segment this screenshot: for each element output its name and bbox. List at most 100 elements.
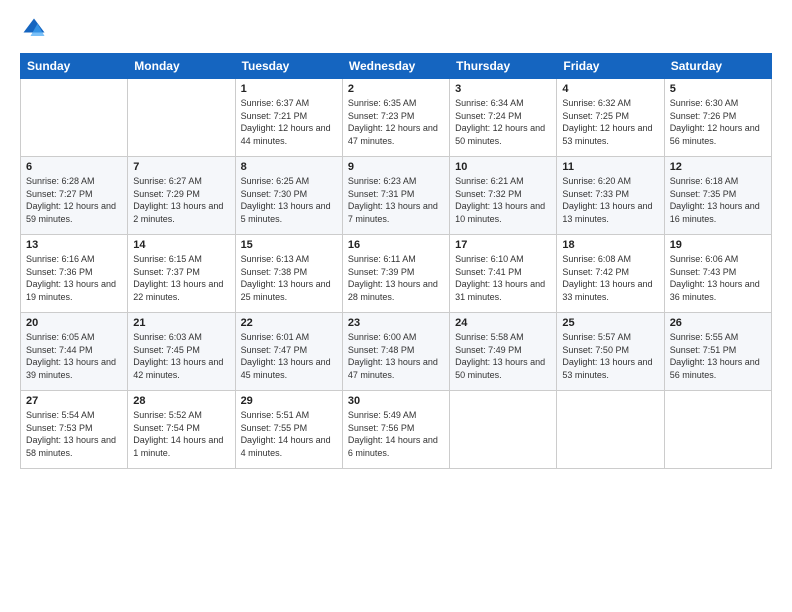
weekday-header-saturday: Saturday [664, 54, 771, 79]
day-number: 4 [562, 83, 658, 95]
day-detail: Sunrise: 6:00 AM Sunset: 7:48 PM Dayligh… [348, 331, 444, 381]
day-number: 16 [348, 239, 444, 251]
day-number: 7 [133, 161, 229, 173]
weekday-header-friday: Friday [557, 54, 664, 79]
day-number: 11 [562, 161, 658, 173]
calendar-cell: 1 Sunrise: 6:37 AM Sunset: 7:21 PM Daylig… [235, 79, 342, 157]
day-number: 14 [133, 239, 229, 251]
calendar-cell: 4 Sunrise: 6:32 AM Sunset: 7:25 PM Daylig… [557, 79, 664, 157]
logo-icon [20, 15, 48, 43]
calendar-cell: 22 Sunrise: 6:01 AM Sunset: 7:47 PM Dayli… [235, 313, 342, 391]
calendar-cell: 26 Sunrise: 5:55 AM Sunset: 7:51 PM Dayli… [664, 313, 771, 391]
day-detail: Sunrise: 6:01 AM Sunset: 7:47 PM Dayligh… [241, 331, 337, 381]
week-row-3: 13 Sunrise: 6:16 AM Sunset: 7:36 PM Dayli… [21, 235, 772, 313]
day-number: 19 [670, 239, 766, 251]
day-number: 29 [241, 395, 337, 407]
day-detail: Sunrise: 5:49 AM Sunset: 7:56 PM Dayligh… [348, 409, 444, 459]
calendar-cell [557, 391, 664, 469]
day-number: 26 [670, 317, 766, 329]
calendar-cell: 2 Sunrise: 6:35 AM Sunset: 7:23 PM Daylig… [342, 79, 449, 157]
calendar-cell: 6Sunrise: 6:28 AM Sunset: 7:27 PM Daylig… [21, 157, 128, 235]
day-detail: Sunrise: 6:21 AM Sunset: 7:32 PM Dayligh… [455, 175, 551, 225]
calendar-cell: 25 Sunrise: 5:57 AM Sunset: 7:50 PM Dayli… [557, 313, 664, 391]
day-number: 28 [133, 395, 229, 407]
day-detail: Sunrise: 5:52 AM Sunset: 7:54 PM Dayligh… [133, 409, 229, 459]
weekday-header-row: SundayMondayTuesdayWednesdayThursdayFrid… [21, 54, 772, 79]
calendar-cell: 8 Sunrise: 6:25 AM Sunset: 7:30 PM Daylig… [235, 157, 342, 235]
day-detail: Sunrise: 6:08 AM Sunset: 7:42 PM Dayligh… [562, 253, 658, 303]
day-number: 10 [455, 161, 551, 173]
day-number: 25 [562, 317, 658, 329]
day-detail: Sunrise: 6:23 AM Sunset: 7:31 PM Dayligh… [348, 175, 444, 225]
calendar-cell: 9 Sunrise: 6:23 AM Sunset: 7:31 PM Daylig… [342, 157, 449, 235]
day-number: 3 [455, 83, 551, 95]
weekday-header-tuesday: Tuesday [235, 54, 342, 79]
calendar-cell: 14 Sunrise: 6:15 AM Sunset: 7:37 PM Dayli… [128, 235, 235, 313]
day-number: 17 [455, 239, 551, 251]
day-detail: Sunrise: 6:10 AM Sunset: 7:41 PM Dayligh… [455, 253, 551, 303]
day-detail: Sunrise: 6:30 AM Sunset: 7:26 PM Dayligh… [670, 97, 766, 147]
weekday-header-thursday: Thursday [450, 54, 557, 79]
day-number: 15 [241, 239, 337, 251]
day-number: 18 [562, 239, 658, 251]
calendar-cell: 13 Sunrise: 6:16 AM Sunset: 7:36 PM Dayli… [21, 235, 128, 313]
day-detail: Sunrise: 5:55 AM Sunset: 7:51 PM Dayligh… [670, 331, 766, 381]
header [20, 15, 772, 43]
weekday-header-sunday: Sunday [21, 54, 128, 79]
weekday-header-wednesday: Wednesday [342, 54, 449, 79]
calendar-cell [21, 79, 128, 157]
calendar-cell: 17 Sunrise: 6:10 AM Sunset: 7:41 PM Dayli… [450, 235, 557, 313]
calendar-cell: 5 Sunrise: 6:30 AM Sunset: 7:26 PM Daylig… [664, 79, 771, 157]
day-number: 24 [455, 317, 551, 329]
day-detail: Sunrise: 6:25 AM Sunset: 7:30 PM Dayligh… [241, 175, 337, 225]
page: SundayMondayTuesdayWednesdayThursdayFrid… [0, 0, 792, 612]
day-number: 23 [348, 317, 444, 329]
day-detail: Sunrise: 6:16 AM Sunset: 7:36 PM Dayligh… [26, 253, 122, 303]
day-number: 21 [133, 317, 229, 329]
calendar: SundayMondayTuesdayWednesdayThursdayFrid… [20, 53, 772, 469]
week-row-5: 27 Sunrise: 5:54 AM Sunset: 7:53 PM Dayli… [21, 391, 772, 469]
calendar-cell: 29 Sunrise: 5:51 AM Sunset: 7:55 PM Dayli… [235, 391, 342, 469]
day-detail: Sunrise: 5:51 AM Sunset: 7:55 PM Dayligh… [241, 409, 337, 459]
weekday-header-monday: Monday [128, 54, 235, 79]
day-number: 27 [26, 395, 122, 407]
week-row-4: 20Sunrise: 6:05 AM Sunset: 7:44 PM Dayli… [21, 313, 772, 391]
day-detail: Sunrise: 5:57 AM Sunset: 7:50 PM Dayligh… [562, 331, 658, 381]
day-detail: Sunrise: 6:11 AM Sunset: 7:39 PM Dayligh… [348, 253, 444, 303]
calendar-cell: 19 Sunrise: 6:06 AM Sunset: 7:43 PM Dayli… [664, 235, 771, 313]
calendar-cell: 30 Sunrise: 5:49 AM Sunset: 7:56 PM Dayli… [342, 391, 449, 469]
calendar-cell [450, 391, 557, 469]
calendar-cell: 15 Sunrise: 6:13 AM Sunset: 7:38 PM Dayli… [235, 235, 342, 313]
day-detail: Sunrise: 6:37 AM Sunset: 7:21 PM Dayligh… [241, 97, 337, 147]
calendar-cell: 18 Sunrise: 6:08 AM Sunset: 7:42 PM Dayli… [557, 235, 664, 313]
calendar-cell: 23 Sunrise: 6:00 AM Sunset: 7:48 PM Dayli… [342, 313, 449, 391]
day-detail: Sunrise: 6:05 AM Sunset: 7:44 PM Dayligh… [26, 331, 122, 381]
day-number: 30 [348, 395, 444, 407]
day-detail: Sunrise: 6:27 AM Sunset: 7:29 PM Dayligh… [133, 175, 229, 225]
calendar-cell: 28 Sunrise: 5:52 AM Sunset: 7:54 PM Dayli… [128, 391, 235, 469]
week-row-2: 6Sunrise: 6:28 AM Sunset: 7:27 PM Daylig… [21, 157, 772, 235]
day-detail: Sunrise: 5:58 AM Sunset: 7:49 PM Dayligh… [455, 331, 551, 381]
day-detail: Sunrise: 6:13 AM Sunset: 7:38 PM Dayligh… [241, 253, 337, 303]
day-detail: Sunrise: 6:03 AM Sunset: 7:45 PM Dayligh… [133, 331, 229, 381]
calendar-cell: 21 Sunrise: 6:03 AM Sunset: 7:45 PM Dayli… [128, 313, 235, 391]
day-number: 8 [241, 161, 337, 173]
calendar-cell: 10 Sunrise: 6:21 AM Sunset: 7:32 PM Dayli… [450, 157, 557, 235]
day-number: 1 [241, 83, 337, 95]
day-detail: Sunrise: 5:54 AM Sunset: 7:53 PM Dayligh… [26, 409, 122, 459]
day-detail: Sunrise: 6:35 AM Sunset: 7:23 PM Dayligh… [348, 97, 444, 147]
day-number: 9 [348, 161, 444, 173]
day-detail: Sunrise: 6:18 AM Sunset: 7:35 PM Dayligh… [670, 175, 766, 225]
day-detail: Sunrise: 6:28 AM Sunset: 7:27 PM Dayligh… [26, 175, 122, 225]
day-detail: Sunrise: 6:20 AM Sunset: 7:33 PM Dayligh… [562, 175, 658, 225]
day-detail: Sunrise: 6:06 AM Sunset: 7:43 PM Dayligh… [670, 253, 766, 303]
day-detail: Sunrise: 6:15 AM Sunset: 7:37 PM Dayligh… [133, 253, 229, 303]
day-number: 12 [670, 161, 766, 173]
calendar-cell: 16 Sunrise: 6:11 AM Sunset: 7:39 PM Dayli… [342, 235, 449, 313]
calendar-cell: 24 Sunrise: 5:58 AM Sunset: 7:49 PM Dayli… [450, 313, 557, 391]
day-number: 2 [348, 83, 444, 95]
day-number: 5 [670, 83, 766, 95]
day-number: 13 [26, 239, 122, 251]
day-detail: Sunrise: 6:32 AM Sunset: 7:25 PM Dayligh… [562, 97, 658, 147]
day-number: 22 [241, 317, 337, 329]
